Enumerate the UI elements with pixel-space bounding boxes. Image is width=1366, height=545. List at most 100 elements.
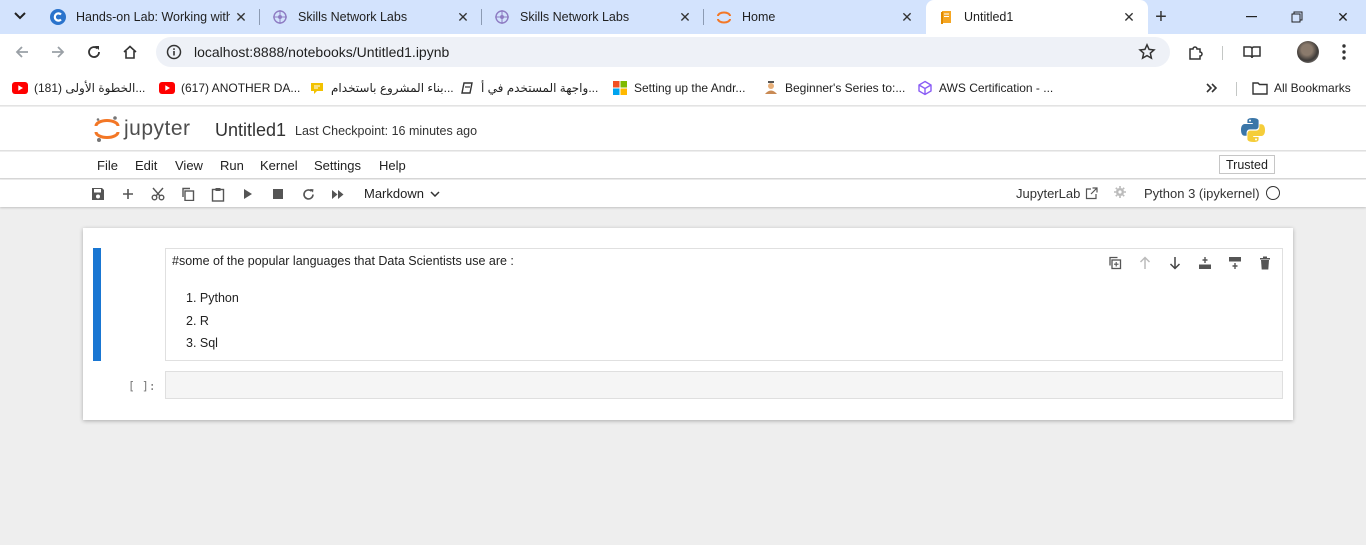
minimize-button[interactable] xyxy=(1228,0,1274,34)
new-tab-button[interactable]: + xyxy=(1148,4,1174,30)
insert-above-icon[interactable] xyxy=(1190,254,1220,272)
move-down-icon[interactable] xyxy=(1160,254,1190,272)
bookmarks-bar: (181) الخطوة الأولى... (617) ANOTHER DA.… xyxy=(0,70,1366,106)
tab-title: Skills Network Labs xyxy=(298,10,408,24)
delete-cell-icon[interactable] xyxy=(1250,254,1280,272)
menu-run[interactable]: Run xyxy=(220,158,244,173)
paste-icon[interactable] xyxy=(208,184,228,204)
browser-toolbar: localhost:8888/notebooks/Untitled1.ipynb xyxy=(0,34,1366,70)
restart-icon[interactable] xyxy=(298,184,318,204)
more-bookmarks-button[interactable] xyxy=(1204,78,1226,98)
tab-title: Untitled1 xyxy=(964,10,1014,24)
browser-tab-active[interactable]: Untitled1 ✕ xyxy=(926,0,1148,34)
close-tab-icon[interactable]: ✕ xyxy=(230,6,252,28)
book-icon xyxy=(1243,46,1261,59)
address-bar[interactable]: localhost:8888/notebooks/Untitled1.ipynb xyxy=(156,37,1170,67)
home-button[interactable] xyxy=(116,38,144,66)
close-tab-icon[interactable]: ✕ xyxy=(674,6,696,28)
gear-icon xyxy=(1113,185,1127,202)
menu-settings[interactable]: Settings xyxy=(314,158,361,173)
browser-tab[interactable]: Hands-on Lab: Working with ✕ xyxy=(38,0,260,34)
browser-menu-button[interactable] xyxy=(1330,38,1358,66)
edge-icon xyxy=(459,80,475,96)
bookmark-label: بناء المشروع باستخدام... xyxy=(331,81,454,95)
menu-help[interactable]: Help xyxy=(379,158,406,173)
external-link-icon xyxy=(1086,187,1098,200)
url-text[interactable]: localhost:8888/notebooks/Untitled1.ipynb xyxy=(194,44,449,60)
aws-cube-icon xyxy=(917,80,933,96)
menu-view[interactable]: View xyxy=(175,158,203,173)
coursera-icon xyxy=(50,9,66,25)
jupyter-icon xyxy=(716,9,732,25)
cut-icon[interactable] xyxy=(148,184,168,204)
avatar xyxy=(1297,41,1319,63)
bookmark-item[interactable]: (617) ANOTHER DA... xyxy=(159,78,300,98)
markdown-cell[interactable]: #some of the popular languages that Data… xyxy=(165,248,1283,361)
cell-type-select[interactable]: Markdown xyxy=(364,186,440,201)
reload-button[interactable] xyxy=(80,38,108,66)
move-up-icon[interactable] xyxy=(1130,254,1160,272)
all-bookmarks-button[interactable]: All Bookmarks xyxy=(1252,78,1351,98)
back-button[interactable] xyxy=(8,38,36,66)
markdown-text: #some of the popular languages that Data… xyxy=(172,254,514,268)
bookmark-label: Setting up the Andr... xyxy=(634,81,746,95)
jupyter-logo-icon xyxy=(94,116,120,142)
arrow-right-icon xyxy=(52,46,65,58)
all-bookmarks-label: All Bookmarks xyxy=(1274,81,1351,95)
close-window-button[interactable]: ✕ xyxy=(1320,0,1366,34)
tab-title: Hands-on Lab: Working with xyxy=(76,10,230,24)
close-tab-icon[interactable]: ✕ xyxy=(452,6,474,28)
bookmark-label: (617) ANOTHER DA... xyxy=(181,81,301,95)
close-tab-icon[interactable]: ✕ xyxy=(1118,6,1140,28)
kernel-name[interactable]: Python 3 (ipykernel) xyxy=(1144,186,1260,201)
menu-kernel[interactable]: Kernel xyxy=(260,158,298,173)
copy-icon[interactable] xyxy=(178,184,198,204)
restore-button[interactable] xyxy=(1274,0,1320,34)
extensions-button[interactable] xyxy=(1182,38,1210,66)
site-info-icon[interactable] xyxy=(164,42,184,62)
bookmark-item[interactable]: بناء المشروع باستخدام... xyxy=(309,78,454,98)
list-item: 1. Python xyxy=(186,291,239,305)
bookmark-item[interactable]: Beginner's Series to:... xyxy=(763,78,905,98)
tab-title: Skills Network Labs xyxy=(520,10,630,24)
bookmark-label: AWS Certification - ... xyxy=(939,81,1054,95)
youtube-icon xyxy=(159,80,175,96)
menu-file[interactable]: File xyxy=(97,158,118,173)
bookmark-item[interactable]: Setting up the Andr... xyxy=(612,78,745,98)
duplicate-cell-icon[interactable] xyxy=(1100,254,1130,272)
trusted-indicator[interactable]: Trusted xyxy=(1219,155,1275,174)
insert-below-icon[interactable] xyxy=(1220,254,1250,272)
cell-collapser[interactable] xyxy=(93,248,101,361)
learn-icon xyxy=(763,80,779,96)
bookmark-label: (181) الخطوة الأولى... xyxy=(34,81,146,95)
run-all-icon[interactable] xyxy=(328,184,348,204)
microsoft-icon xyxy=(612,80,628,96)
cell-toolbar xyxy=(1100,254,1280,272)
menu-edit[interactable]: Edit xyxy=(135,158,157,173)
tab-search-button[interactable] xyxy=(6,2,34,30)
youtube-icon xyxy=(12,80,28,96)
double-chevron-right-icon xyxy=(1204,80,1220,96)
profile-button[interactable] xyxy=(1294,38,1322,66)
close-tab-icon[interactable]: ✕ xyxy=(896,6,918,28)
bookmark-star-icon[interactable] xyxy=(1138,42,1156,64)
bookmark-item[interactable]: AWS Certification - ... xyxy=(917,78,1053,98)
save-icon[interactable] xyxy=(88,184,108,204)
jupyterlab-label: JupyterLab xyxy=(1016,186,1081,201)
jupyter-logo[interactable]: jupyter xyxy=(94,115,191,143)
add-cell-icon[interactable] xyxy=(118,184,138,204)
notebook-title[interactable]: Untitled1 xyxy=(215,120,286,141)
code-cell-input[interactable] xyxy=(165,371,1283,399)
reading-mode-button[interactable] xyxy=(1238,38,1266,66)
bookmark-item[interactable]: واجهة المستخدم في أ... xyxy=(459,78,598,98)
browser-tab[interactable]: Home ✕ xyxy=(704,0,926,34)
puzzle-icon xyxy=(1189,46,1203,60)
run-icon[interactable] xyxy=(238,184,258,204)
stop-icon[interactable] xyxy=(268,184,288,204)
jupyter-wordmark: jupyter xyxy=(124,117,191,140)
forward-button[interactable] xyxy=(44,38,72,66)
bookmark-item[interactable]: (181) الخطوة الأولى... xyxy=(12,78,145,98)
browser-tab[interactable]: Skills Network Labs ✕ xyxy=(260,0,482,34)
browser-tab[interactable]: Skills Network Labs ✕ xyxy=(482,0,704,34)
open-jupyterlab-link[interactable]: JupyterLab xyxy=(1016,186,1098,201)
